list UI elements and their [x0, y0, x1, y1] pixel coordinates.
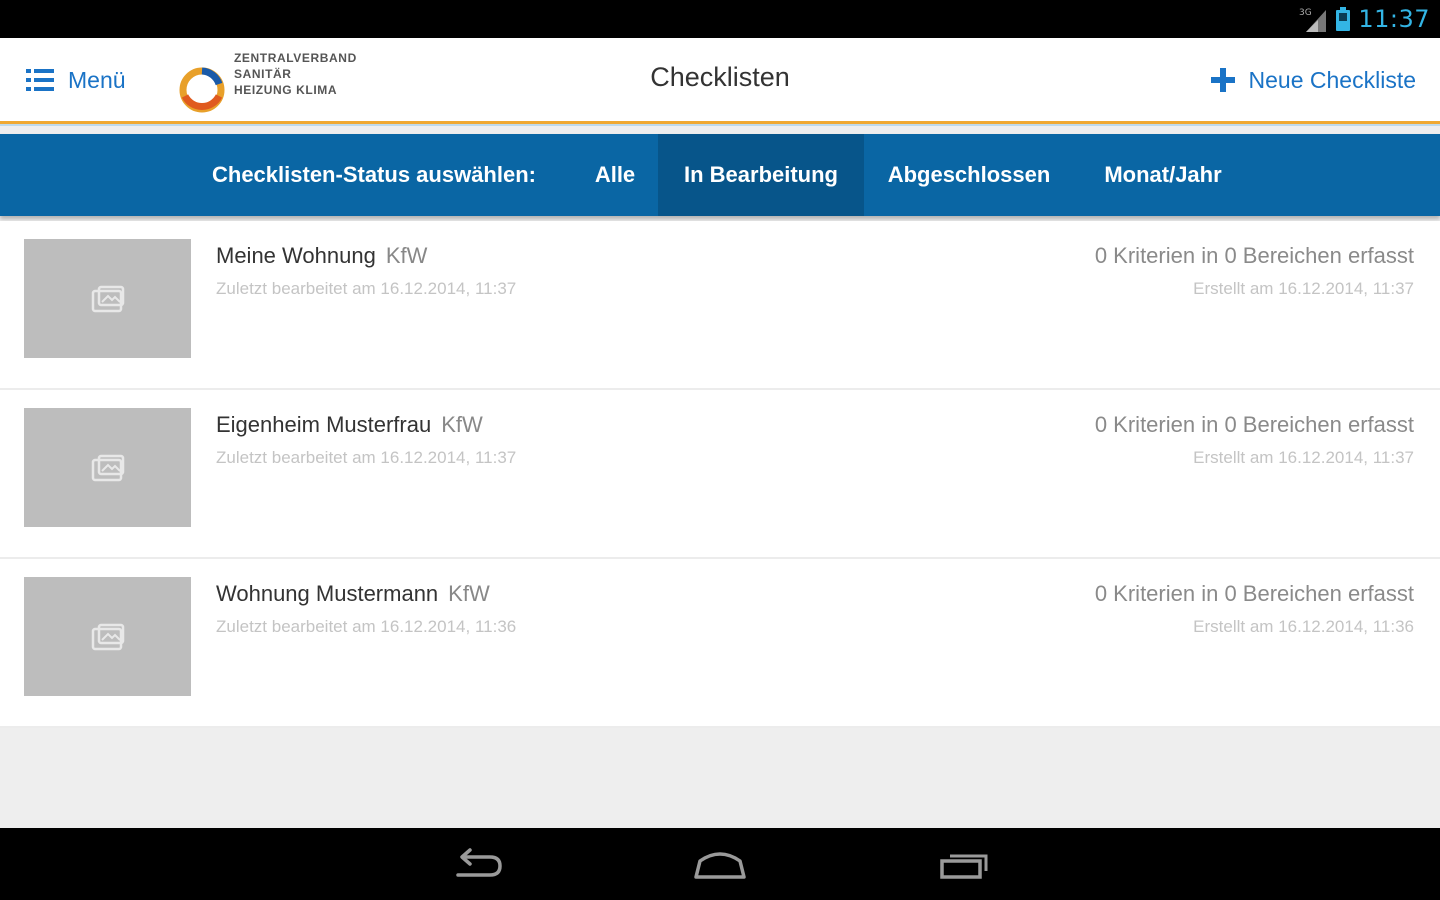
- header-divider-shadow: [0, 124, 1440, 126]
- checklist-criteria-count: 0 Kriterien in 0 Bereichen erfasst: [1094, 581, 1414, 606]
- tab-alle[interactable]: Alle: [572, 134, 658, 216]
- signal-icon: 3G: [1299, 8, 1327, 32]
- tab-abgeschlossen[interactable]: Abgeschlossen: [864, 134, 1074, 216]
- new-checklist-label: Neue Checkliste: [1248, 66, 1416, 93]
- checklist-created-date: Erstellt am 16.12.2014, 11:37: [1193, 279, 1414, 298]
- recent-apps-button[interactable]: [929, 842, 999, 886]
- checklist-title: Meine Wohnung KfW: [216, 243, 427, 269]
- checklist-thumbnail: [24, 239, 191, 358]
- checklist-item[interactable]: Meine Wohnung KfW Zuletzt bearbeitet am 1…: [0, 221, 1440, 390]
- checklist-tag: KfW: [448, 581, 490, 606]
- image-placeholder-icon: [91, 623, 124, 650]
- battery-icon: [1336, 7, 1351, 31]
- checklist-name: Meine Wohnung: [216, 243, 376, 268]
- tab-monat-jahr[interactable]: Monat/Jahr: [1074, 134, 1252, 216]
- checklist-tag: KfW: [441, 412, 483, 437]
- checklist-edited-date: Zuletzt bearbeitet am 16.12.2014, 11:37: [216, 448, 517, 467]
- status-time: 11:37: [1358, 5, 1430, 33]
- checklist-created-date: Erstellt am 16.12.2014, 11:36: [1193, 617, 1414, 636]
- tab-in-bearbeitung[interactable]: In Bearbeitung: [658, 134, 864, 216]
- checklist-item[interactable]: Wohnung Mustermann KfW Zuletzt bearbeitet…: [0, 559, 1440, 728]
- back-icon: [456, 848, 502, 877]
- status-indicators: 3G 11:37: [1298, 4, 1430, 34]
- checklist-name: Eigenheim Musterfrau: [216, 412, 432, 437]
- system-status-bar: 3G 11:37: [0, 0, 1440, 38]
- checklist-created-date: Erstellt am 16.12.2014, 11:37: [1193, 448, 1414, 467]
- home-button[interactable]: [685, 842, 755, 886]
- checklist-tag: KfW: [385, 243, 428, 268]
- home-icon: [694, 852, 746, 879]
- back-button[interactable]: [443, 842, 513, 886]
- image-placeholder-icon: [91, 454, 124, 481]
- checklist-item[interactable]: Eigenheim Musterfrau KfW Zuletzt bearbeit…: [0, 390, 1440, 559]
- checklist-thumbnail: [24, 577, 191, 696]
- app-header: Menü ZENTRALVERBAND SANITÄR HEIZUNG KLIM…: [0, 38, 1440, 126]
- new-checklist-button[interactable]: Neue Checkliste: [1210, 62, 1416, 98]
- checklist-criteria-count: 0 Kriterien in 0 Bereichen erfasst: [1094, 243, 1414, 268]
- recent-apps-icon: [940, 854, 988, 879]
- image-placeholder-icon: [91, 285, 124, 312]
- system-navigation-bar: [0, 828, 1440, 900]
- app-window: Menü ZENTRALVERBAND SANITÄR HEIZUNG KLIM…: [0, 38, 1440, 828]
- checklist-criteria-count: 0 Kriterien in 0 Bereichen erfasst: [1094, 412, 1414, 437]
- checklist-title: Eigenheim Musterfrau KfW: [216, 412, 483, 438]
- checklist-edited-date: Zuletzt bearbeitet am 16.12.2014, 11:37: [216, 279, 517, 298]
- checklist-edited-date: Zuletzt bearbeitet am 16.12.2014, 11:36: [216, 617, 517, 636]
- checklist-name: Wohnung Mustermann: [216, 581, 439, 606]
- status-filter-bar: Checklisten-Status auswählen: Alle In Be…: [0, 134, 1440, 216]
- checklist-list: Meine Wohnung KfW Zuletzt bearbeitet am 1…: [0, 221, 1440, 728]
- checklist-title: Wohnung Mustermann KfW: [216, 581, 490, 607]
- checklist-thumbnail: [24, 408, 191, 527]
- network-type-label: 3G: [1299, 8, 1312, 18]
- plus-icon: [1210, 68, 1235, 92]
- filter-label: Checklisten-Status auswählen:: [212, 162, 536, 187]
